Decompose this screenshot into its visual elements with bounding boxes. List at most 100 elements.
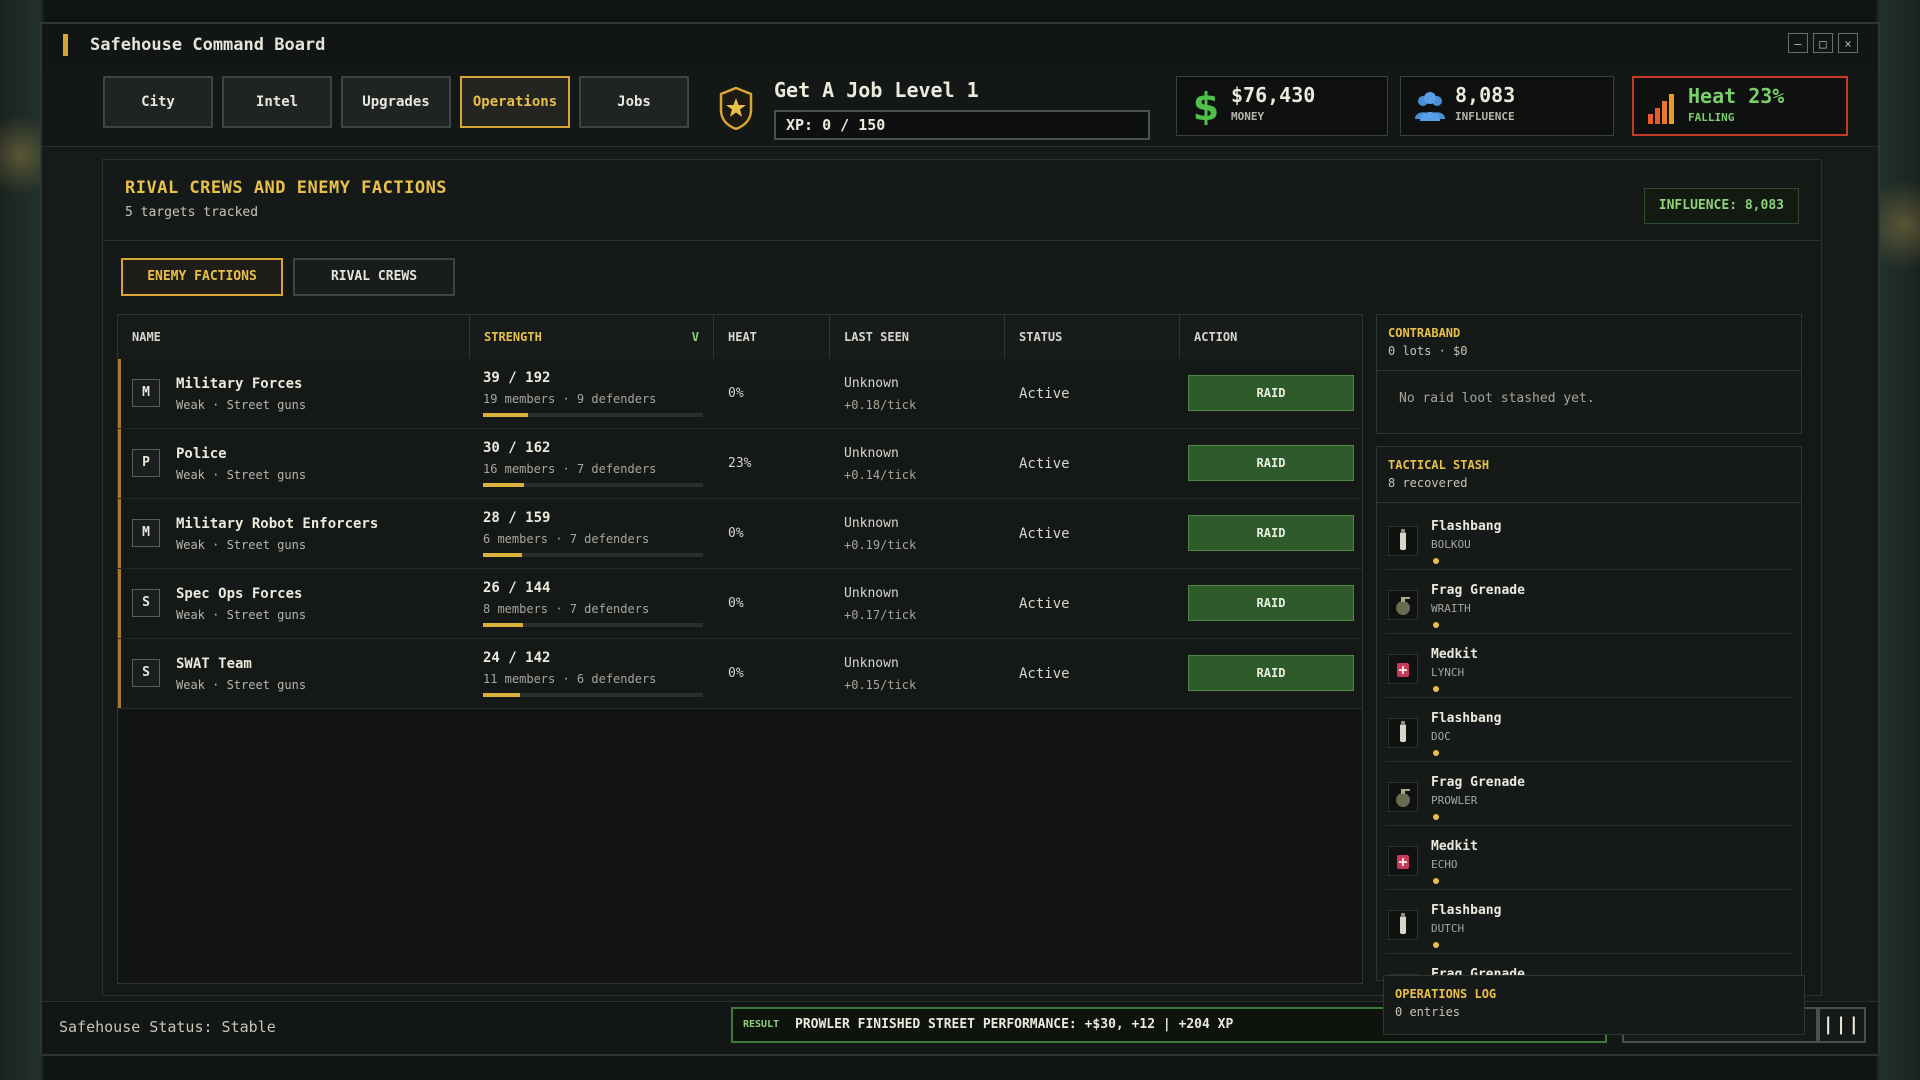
contraband-header: CONTRABAND 0 lots · $0 bbox=[1377, 315, 1801, 371]
raid-button[interactable]: RAID bbox=[1188, 515, 1354, 551]
flashbang-icon bbox=[1388, 526, 1418, 556]
faction-details: 16 members · 7 defenders bbox=[483, 462, 657, 476]
money-stat: $ $76,430 MONEY bbox=[1176, 76, 1388, 136]
stash-item[interactable]: Frag Grenade PROWLER bbox=[1385, 761, 1793, 826]
strength-bar bbox=[483, 623, 703, 627]
flashbang-icon bbox=[1388, 910, 1418, 940]
stash-item[interactable]: Flashbang DUTCH bbox=[1385, 889, 1793, 954]
faction-initial: M bbox=[132, 379, 160, 407]
faction-name: Spec Ops Forces bbox=[176, 586, 303, 602]
faction-last-seen: Unknown bbox=[844, 656, 899, 671]
pause-button[interactable]: ||| bbox=[1818, 1007, 1866, 1043]
influence-stat: 8,083 INFLUENCE bbox=[1400, 76, 1614, 136]
minimize-button[interactable]: – bbox=[1788, 33, 1808, 53]
item-status-dot bbox=[1433, 942, 1439, 948]
window-title: Safehouse Command Board bbox=[90, 35, 326, 55]
faction-heat: 23% bbox=[728, 456, 752, 471]
item-name: Frag Grenade bbox=[1431, 775, 1525, 790]
faction-name: Police bbox=[176, 446, 227, 462]
command-board-window: Safehouse Command Board – □ × City Intel… bbox=[40, 22, 1880, 1056]
row-accent bbox=[118, 569, 121, 638]
faction-heat: 0% bbox=[728, 386, 744, 401]
oplog-title: OPERATIONS LOG bbox=[1395, 987, 1497, 1001]
factions-panel: RIVAL CREWS AND ENEMY FACTIONS 5 targets… bbox=[102, 159, 1822, 996]
faction-last-seen: Unknown bbox=[844, 446, 899, 461]
tab-upgrades[interactable]: Upgrades bbox=[341, 76, 451, 128]
contraband-title: CONTRABAND bbox=[1388, 326, 1461, 340]
col-name[interactable]: NAME bbox=[118, 315, 470, 359]
stash-item[interactable]: Flashbang DOC bbox=[1385, 697, 1793, 762]
close-button[interactable]: × bbox=[1838, 33, 1858, 53]
tab-enemy-factions[interactable]: ENEMY FACTIONS bbox=[121, 258, 283, 296]
row-accent bbox=[118, 639, 121, 708]
item-status-dot bbox=[1433, 686, 1439, 692]
heat-label: FALLING bbox=[1688, 111, 1735, 124]
faction-strength: 26 / 144 bbox=[483, 580, 551, 596]
col-last-seen[interactable]: LAST SEEN bbox=[830, 315, 1005, 359]
item-name: Medkit bbox=[1431, 647, 1478, 662]
heat-value: Heat 23% bbox=[1688, 84, 1785, 108]
col-action: ACTION bbox=[1194, 330, 1238, 344]
title-accent bbox=[63, 34, 68, 56]
money-label: MONEY bbox=[1231, 110, 1265, 123]
raid-button[interactable]: RAID bbox=[1188, 375, 1354, 411]
influence-badge: INFLUENCE: 8,083 bbox=[1643, 188, 1799, 224]
police-star-badge-icon bbox=[719, 86, 753, 130]
item-name: Frag Grenade bbox=[1431, 583, 1525, 598]
table-row[interactable]: M Military Robot Enforcers Weak · Street g… bbox=[118, 499, 1362, 569]
faction-status: Active bbox=[1019, 666, 1070, 682]
col-status[interactable]: STATUS bbox=[1005, 315, 1180, 359]
medkit-icon bbox=[1388, 846, 1418, 876]
faction-last-seen: Unknown bbox=[844, 586, 899, 601]
stash-item[interactable]: Medkit ECHO bbox=[1385, 825, 1793, 890]
item-owner: ECHO bbox=[1431, 858, 1458, 871]
raid-button[interactable]: RAID bbox=[1188, 445, 1354, 481]
strength-bar-fill bbox=[483, 553, 522, 557]
maximize-button[interactable]: □ bbox=[1813, 33, 1833, 53]
stash-item[interactable]: Medkit LYNCH bbox=[1385, 633, 1793, 698]
tab-rival-crews[interactable]: RIVAL CREWS bbox=[293, 258, 455, 296]
table-row[interactable]: M Military Forces Weak · Street guns 39 / 1… bbox=[118, 359, 1362, 429]
tab-operations[interactable]: Operations bbox=[460, 76, 570, 128]
faction-initial: P bbox=[132, 449, 160, 477]
faction-heat: 0% bbox=[728, 666, 744, 681]
tab-intel[interactable]: Intel bbox=[222, 76, 332, 128]
faction-type: Weak · Street guns bbox=[176, 538, 307, 552]
faction-details: 19 members · 9 defenders bbox=[483, 392, 657, 406]
tab-jobs[interactable]: Jobs bbox=[579, 76, 689, 128]
faction-initial: S bbox=[132, 659, 160, 687]
faction-heat: 0% bbox=[728, 526, 744, 541]
contraband-subtitle: 0 lots · $0 bbox=[1388, 344, 1468, 358]
raid-button[interactable]: RAID bbox=[1188, 585, 1354, 621]
tab-city[interactable]: City bbox=[103, 76, 213, 128]
operations-log[interactable]: OPERATIONS LOG 0 entries bbox=[1383, 975, 1805, 1035]
item-owner: DUTCH bbox=[1431, 922, 1465, 935]
faction-type: Weak · Street guns bbox=[176, 678, 307, 692]
col-heat[interactable]: HEAT bbox=[714, 315, 830, 359]
stash-item[interactable]: Frag Grenade WRAITH bbox=[1385, 569, 1793, 634]
table-row[interactable]: S SWAT Team Weak · Street guns 24 / 142 11 m… bbox=[118, 639, 1362, 709]
faction-rate: +0.18/tick bbox=[844, 398, 917, 412]
item-status-dot bbox=[1433, 878, 1439, 884]
faction-status: Active bbox=[1019, 386, 1070, 402]
stash-item[interactable]: Flashbang BOLKOU bbox=[1385, 505, 1793, 570]
strength-bar bbox=[483, 413, 703, 417]
item-status-dot bbox=[1433, 814, 1439, 820]
col-strength-label: STRENGTH bbox=[484, 330, 542, 344]
faction-name: SWAT Team bbox=[176, 656, 252, 672]
item-owner: PROWLER bbox=[1431, 794, 1478, 807]
xp-progress: XP: 0 / 150 bbox=[774, 110, 1150, 140]
row-accent bbox=[118, 429, 121, 498]
faction-name: Military Forces bbox=[176, 376, 303, 392]
faction-type: Weak · Street guns bbox=[176, 608, 307, 622]
panel-subtitle: 5 targets tracked bbox=[125, 205, 259, 220]
safehouse-status: Safehouse Status: Stable bbox=[59, 1018, 276, 1036]
faction-status: Active bbox=[1019, 456, 1070, 472]
svg-text:$: $ bbox=[1193, 87, 1219, 125]
table-row[interactable]: P Police Weak · Street guns 30 / 162 16 memb… bbox=[118, 429, 1362, 499]
raid-button[interactable]: RAID bbox=[1188, 655, 1354, 691]
col-strength[interactable]: STRENGTH V bbox=[470, 315, 714, 359]
row-accent bbox=[118, 359, 121, 428]
faction-strength: 24 / 142 bbox=[483, 650, 551, 666]
table-row[interactable]: S Spec Ops Forces Weak · Street guns 26 / 1… bbox=[118, 569, 1362, 639]
